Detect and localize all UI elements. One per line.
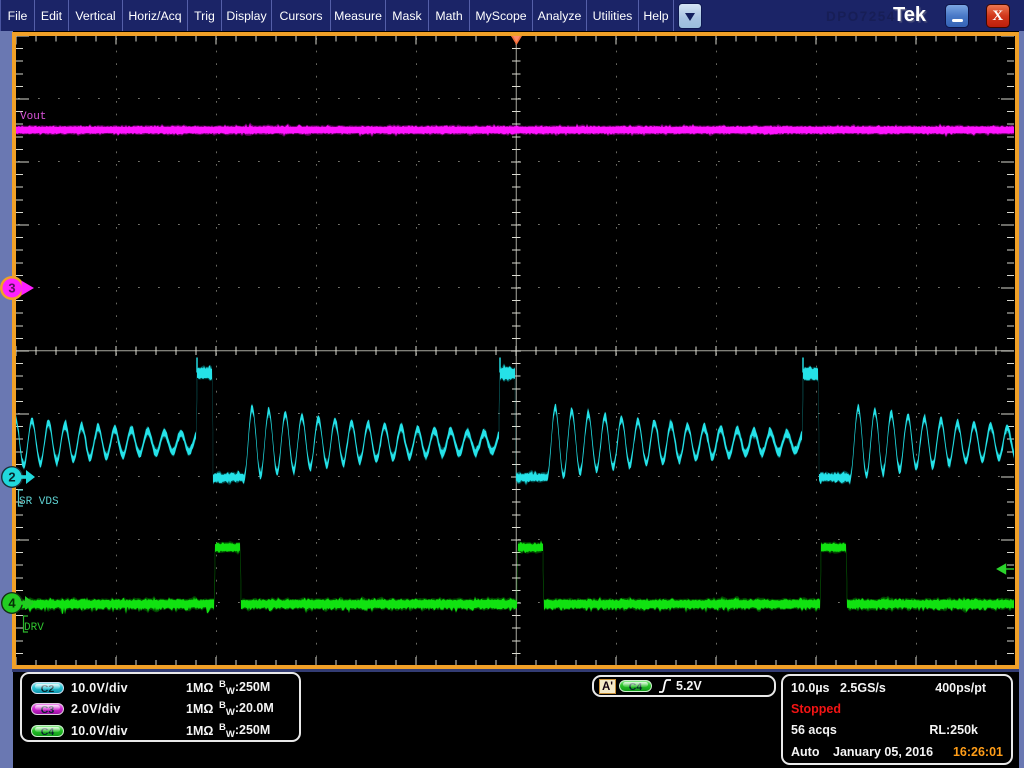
svg-text:SR VDS: SR VDS bbox=[19, 496, 59, 508]
svg-text:3: 3 bbox=[8, 280, 15, 295]
svg-text:DRV: DRV bbox=[24, 622, 44, 634]
svg-text:4: 4 bbox=[8, 595, 16, 610]
svg-text:Vout: Vout bbox=[20, 111, 46, 123]
svg-text:2: 2 bbox=[8, 469, 15, 484]
